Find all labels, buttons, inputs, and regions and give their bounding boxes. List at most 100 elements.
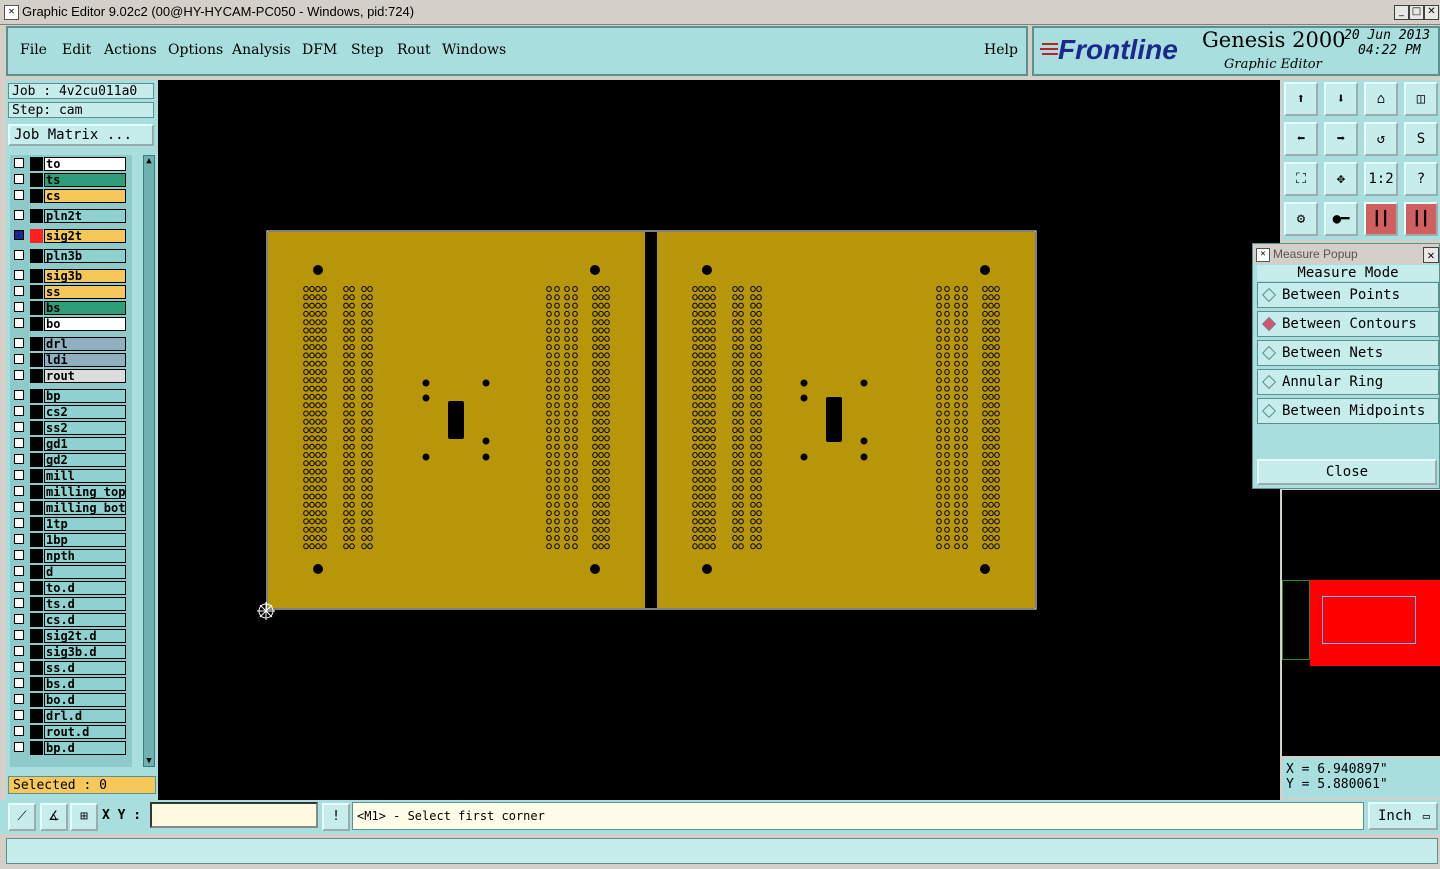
layer-row[interactable]: bp.d (10, 741, 132, 755)
layer-row[interactable]: rout (10, 369, 132, 383)
measure-option[interactable]: Between Nets (1257, 340, 1439, 366)
layer-row[interactable]: bp (10, 389, 132, 403)
layer-checkbox[interactable] (14, 190, 24, 200)
zoom-fit-icon[interactable]: ⛶ (1284, 162, 1318, 196)
layer-checkbox[interactable] (14, 694, 24, 704)
maximize-button[interactable]: □ (1409, 5, 1424, 20)
minimize-button[interactable]: _ (1394, 5, 1409, 20)
layer-checkbox[interactable] (14, 270, 24, 280)
layer-checkbox[interactable] (14, 630, 24, 640)
layer-name[interactable]: bs (44, 301, 126, 315)
layer-row[interactable]: milling_bot (10, 501, 132, 515)
menu-step[interactable]: Step (351, 42, 383, 58)
popup-close-icon[interactable]: ✕ (1423, 247, 1439, 263)
angle-tool-icon[interactable]: ∡ (40, 803, 68, 831)
layer-checkbox[interactable] (14, 678, 24, 688)
layer-row[interactable]: drl (10, 337, 132, 351)
overview-viewport[interactable] (1322, 596, 1416, 644)
layer-checkbox[interactable] (14, 486, 24, 496)
layer-name[interactable]: 1bp (44, 533, 126, 547)
layer-row[interactable]: rout.d (10, 725, 132, 739)
xy-input[interactable] (150, 802, 318, 828)
layer-row[interactable]: 1tp (10, 517, 132, 531)
layer-checkbox[interactable] (14, 550, 24, 560)
layer-name[interactable]: cs.d (44, 613, 126, 627)
layer-row[interactable]: cs (10, 189, 132, 203)
close-window-button[interactable]: ✕ (1424, 5, 1439, 20)
layer-row[interactable]: ss2 (10, 421, 132, 435)
layer-checkbox[interactable] (14, 318, 24, 328)
layer-name[interactable]: bp (44, 389, 126, 403)
scroll-down-icon[interactable]: ▼ (144, 756, 154, 766)
measure-option[interactable]: Between Midpoints (1257, 398, 1439, 424)
layer-name[interactable]: ts (44, 173, 126, 187)
measure-option[interactable]: Between Contours (1257, 311, 1439, 337)
layer-name[interactable]: bs.d (44, 677, 126, 691)
pan-left-icon[interactable]: ⬅ (1284, 122, 1318, 156)
layer-row[interactable]: mill (10, 469, 132, 483)
layer-checkbox[interactable] (14, 230, 24, 240)
redraw-icon[interactable]: S (1404, 122, 1438, 156)
layer-checkbox[interactable] (14, 210, 24, 220)
measure-icon[interactable]: ┃┃ (1364, 202, 1398, 236)
layer-checkbox[interactable] (14, 646, 24, 656)
layer-row[interactable]: ts (10, 173, 132, 187)
layer-name[interactable]: cs (44, 189, 126, 203)
layer-row[interactable]: sig3b.d (10, 645, 132, 659)
layer-name[interactable]: gd1 (44, 437, 126, 451)
layer-name[interactable]: mill (44, 469, 126, 483)
layer-checkbox[interactable] (14, 174, 24, 184)
layer-name[interactable]: ss.d (44, 661, 126, 675)
layer-name[interactable]: rout (44, 369, 126, 383)
layer-checkbox[interactable] (14, 662, 24, 672)
layer-name[interactable]: ss2 (44, 421, 126, 435)
radio-diamond-icon[interactable] (1261, 403, 1277, 419)
layer-row[interactable]: gd2 (10, 453, 132, 467)
menu-options[interactable]: Options (168, 42, 223, 58)
layer-checkbox[interactable] (14, 390, 24, 400)
help-query-icon[interactable]: ? (1404, 162, 1438, 196)
graphic-canvas[interactable] (158, 80, 1280, 800)
layer-row[interactable]: bs.d (10, 677, 132, 691)
layer-name[interactable]: sig3b.d (44, 645, 126, 659)
settings-icon[interactable]: ⚙ (1284, 202, 1318, 236)
layer-checkbox[interactable] (14, 534, 24, 544)
layer-row[interactable]: sig2t (10, 229, 132, 243)
menu-file[interactable]: File (20, 42, 47, 58)
layer-name[interactable]: pln2t (44, 209, 126, 223)
radio-diamond-icon[interactable] (1261, 316, 1277, 332)
layer-name[interactable]: 1tp (44, 517, 126, 531)
layer-name[interactable]: npth (44, 549, 126, 563)
layer-row[interactable]: pln2t (10, 209, 132, 223)
overview-map[interactable] (1282, 490, 1440, 756)
layer-row[interactable]: pln3b (10, 249, 132, 263)
layer-checkbox[interactable] (14, 354, 24, 364)
layer-row[interactable]: npth (10, 549, 132, 563)
menu-rout[interactable]: Rout (397, 42, 431, 58)
layer-row[interactable]: gd1 (10, 437, 132, 451)
radio-diamond-icon[interactable] (1261, 345, 1277, 361)
layer-checkbox[interactable] (14, 338, 24, 348)
layer-name[interactable]: to.d (44, 581, 126, 595)
layer-name[interactable]: sig2t (44, 229, 126, 243)
layer-checkbox[interactable] (14, 250, 24, 260)
layer-checkbox[interactable] (14, 598, 24, 608)
layer-row[interactable]: bo.d (10, 693, 132, 707)
layer-row[interactable]: ldi (10, 353, 132, 367)
layer-row[interactable]: to (10, 157, 132, 171)
line-tool-icon[interactable]: ⟋ (8, 803, 36, 831)
layer-row[interactable]: cs.d (10, 613, 132, 627)
radio-diamond-icon[interactable] (1261, 374, 1277, 390)
split-view-icon[interactable]: ◫ (1404, 82, 1438, 116)
layer-name[interactable]: sig3b (44, 269, 126, 283)
close-button[interactable]: Close (1257, 459, 1437, 485)
layer-name[interactable]: rout.d (44, 725, 126, 739)
layer-checkbox[interactable] (14, 438, 24, 448)
pan-right-icon[interactable]: ➡ (1324, 122, 1358, 156)
layer-checkbox[interactable] (14, 470, 24, 480)
layer-checkbox[interactable] (14, 302, 24, 312)
undo-view-icon[interactable]: ↺ (1364, 122, 1398, 156)
layer-row[interactable]: d (10, 565, 132, 579)
menu-dfm[interactable]: DFM (302, 42, 337, 58)
layer-name[interactable]: gd2 (44, 453, 126, 467)
